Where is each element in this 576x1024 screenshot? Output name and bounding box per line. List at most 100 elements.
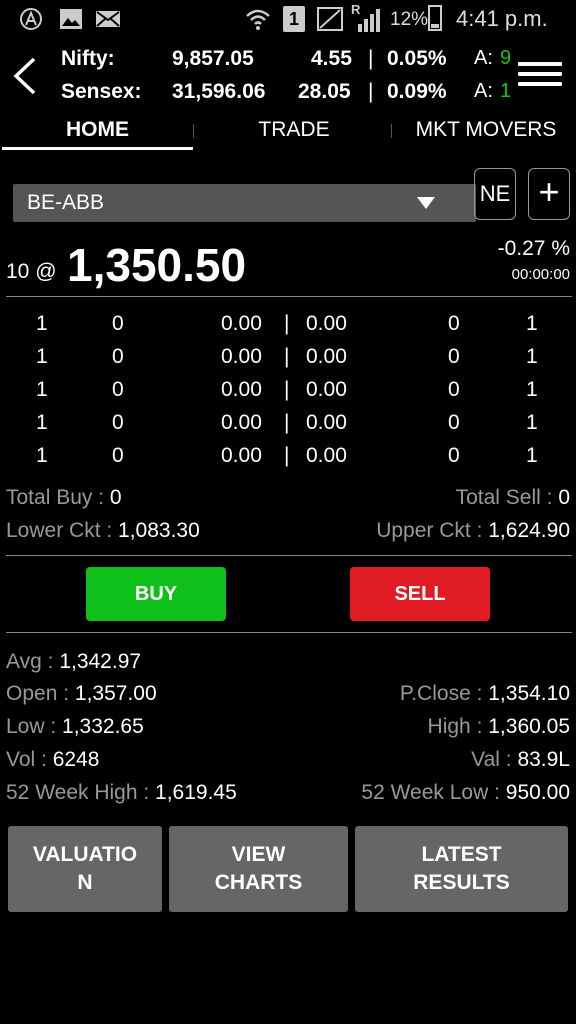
bid-qty: 0 xyxy=(112,345,124,368)
value-traded: Val : 83.9L xyxy=(471,748,570,772)
lower-circuit: Lower Ckt : 1,083.30 xyxy=(6,519,200,543)
charts-label-line2: CHARTS xyxy=(214,871,303,894)
bid-qty: 0 xyxy=(112,378,124,401)
index-percent: 0.05% xyxy=(387,47,447,70)
divider xyxy=(6,555,572,556)
ask-qty: 0 xyxy=(448,345,460,368)
tab-divider xyxy=(193,124,194,138)
dropdown-arrow-icon xyxy=(417,197,435,209)
ask-price: 0.00 xyxy=(306,378,347,401)
charts-label-line1: VIEW xyxy=(231,843,286,866)
low-label: Low : xyxy=(6,715,63,738)
ask-orders: 1 xyxy=(526,444,538,467)
wk52-low-value: 950.00 xyxy=(505,781,570,804)
back-arrow-icon[interactable] xyxy=(10,55,40,97)
divider xyxy=(6,296,572,297)
add-button[interactable]: + xyxy=(528,168,570,220)
week52-low: 52 Week Low : 950.00 xyxy=(361,781,570,805)
wifi-icon xyxy=(246,9,270,30)
sim-icon: 1 xyxy=(283,6,305,32)
scrip-dropdown[interactable]: BE-ABB xyxy=(13,184,476,222)
low-price: Low : 1,332.65 xyxy=(6,715,144,739)
market-depth-table: 1 0 0.00 | 0.00 0 1 1 0 0.00 | 0.00 0 1 … xyxy=(0,312,576,482)
pclose-value: 1,354.10 xyxy=(488,682,570,705)
ticker-row-nifty: Nifty: 9,857.05 4.55 | 0.05% A: 9 xyxy=(61,47,516,77)
separator: | xyxy=(368,47,374,70)
high-label: High : xyxy=(427,715,489,738)
ask-orders: 1 xyxy=(526,345,538,368)
battery-icon xyxy=(428,5,442,31)
buy-button[interactable]: BUY xyxy=(86,567,226,621)
ask-orders: 1 xyxy=(526,312,538,335)
bid-qty: 0 xyxy=(112,312,124,335)
vol-label: Vol : xyxy=(6,748,53,771)
bid-orders: 1 xyxy=(36,444,48,467)
change-percent: -0.27 % xyxy=(497,237,570,260)
total-sell: Total Sell : 0 xyxy=(456,486,570,510)
low-value: 1,332.65 xyxy=(62,715,144,738)
ask-qty: 0 xyxy=(448,312,460,335)
total-buy-value: 0 xyxy=(109,486,122,509)
open-price: Open : 1,357.00 xyxy=(6,682,157,706)
no-signal-icon xyxy=(317,7,343,31)
pclose-label: P.Close : xyxy=(399,682,489,705)
sim-slot-text: 1 xyxy=(288,9,299,29)
active-tab-indicator xyxy=(2,147,193,150)
last-traded-price: 1,350.50 xyxy=(67,239,247,291)
bid-orders: 1 xyxy=(36,411,48,434)
high-price: High : 1,360.05 xyxy=(428,715,570,739)
val-label: Val : xyxy=(471,748,518,771)
scrip-selected: BE-ABB xyxy=(27,191,105,214)
ticker-row-sensex: Sensex: 31,596.06 28.05 | 0.09% A: 1 xyxy=(61,80,516,110)
wk52-low-label: 52 Week Low : xyxy=(361,781,506,804)
open-value: 1,357.00 xyxy=(74,682,157,705)
valuation-button[interactable]: VALUATIO N xyxy=(8,826,162,912)
index-change: 4.55 xyxy=(311,47,352,70)
extra-value: 9 xyxy=(500,47,512,69)
ask-qty: 0 xyxy=(448,378,460,401)
bid-orders: 1 xyxy=(36,312,48,335)
wk52-high-label: 52 Week High : xyxy=(6,781,156,804)
signal-icon xyxy=(358,9,380,32)
prev-close: P.Close : 1,354.10 xyxy=(400,682,570,706)
ask-orders: 1 xyxy=(526,411,538,434)
results-label-line2: RESULTS xyxy=(413,871,510,894)
ne-button[interactable]: NE xyxy=(474,168,516,220)
separator: | xyxy=(368,80,374,103)
ask-qty: 0 xyxy=(448,444,460,467)
ask-price: 0.00 xyxy=(306,345,347,368)
valuation-label-line1: VALUATIO xyxy=(32,843,138,866)
total-buy-label: Total Buy : xyxy=(6,486,110,509)
bid-price: 0.00 xyxy=(221,444,262,467)
volume: Vol : 6248 xyxy=(6,748,99,772)
status-bar: 1 R 12% 4:41 p.m. xyxy=(0,0,576,38)
upper-ckt-value: 1,624.90 xyxy=(488,519,570,542)
upper-ckt-label: Upper Ckt : xyxy=(376,519,489,542)
bid-price: 0.00 xyxy=(221,345,262,368)
avg-price: Avg : 1,342.97 xyxy=(6,650,141,674)
tab-trade[interactable]: TRADE xyxy=(196,118,392,142)
ask-price: 0.00 xyxy=(306,411,347,434)
index-change: 28.05 xyxy=(298,80,351,103)
menu-icon[interactable] xyxy=(518,62,562,92)
avg-value: 1,342.97 xyxy=(59,650,142,673)
tab-mkt-movers[interactable]: MKT MOVERS xyxy=(396,118,576,142)
image-icon xyxy=(60,9,82,29)
sell-button[interactable]: SELL xyxy=(350,567,490,621)
view-charts-button[interactable]: VIEW CHARTS xyxy=(169,826,348,912)
mail-icon xyxy=(96,11,120,27)
index-name: Sensex: xyxy=(61,80,142,103)
ask-price: 0.00 xyxy=(306,444,347,467)
open-label: Open : xyxy=(6,682,75,705)
index-value: 9,857.05 xyxy=(172,47,254,70)
index-percent: 0.09% xyxy=(387,80,447,103)
ask-price: 0.00 xyxy=(306,312,347,335)
avg-label: Avg : xyxy=(6,650,60,673)
battery-percent: 12% xyxy=(390,9,429,30)
depth-separator: | xyxy=(284,345,290,368)
valuation-label-line2: N xyxy=(77,871,93,894)
tab-home[interactable]: HOME xyxy=(2,118,193,142)
depth-row: 1 0 0.00 | 0.00 0 1 xyxy=(0,378,576,411)
latest-results-button[interactable]: LATEST RESULTS xyxy=(355,826,568,912)
quote-time: 00:00:00 xyxy=(511,266,570,283)
